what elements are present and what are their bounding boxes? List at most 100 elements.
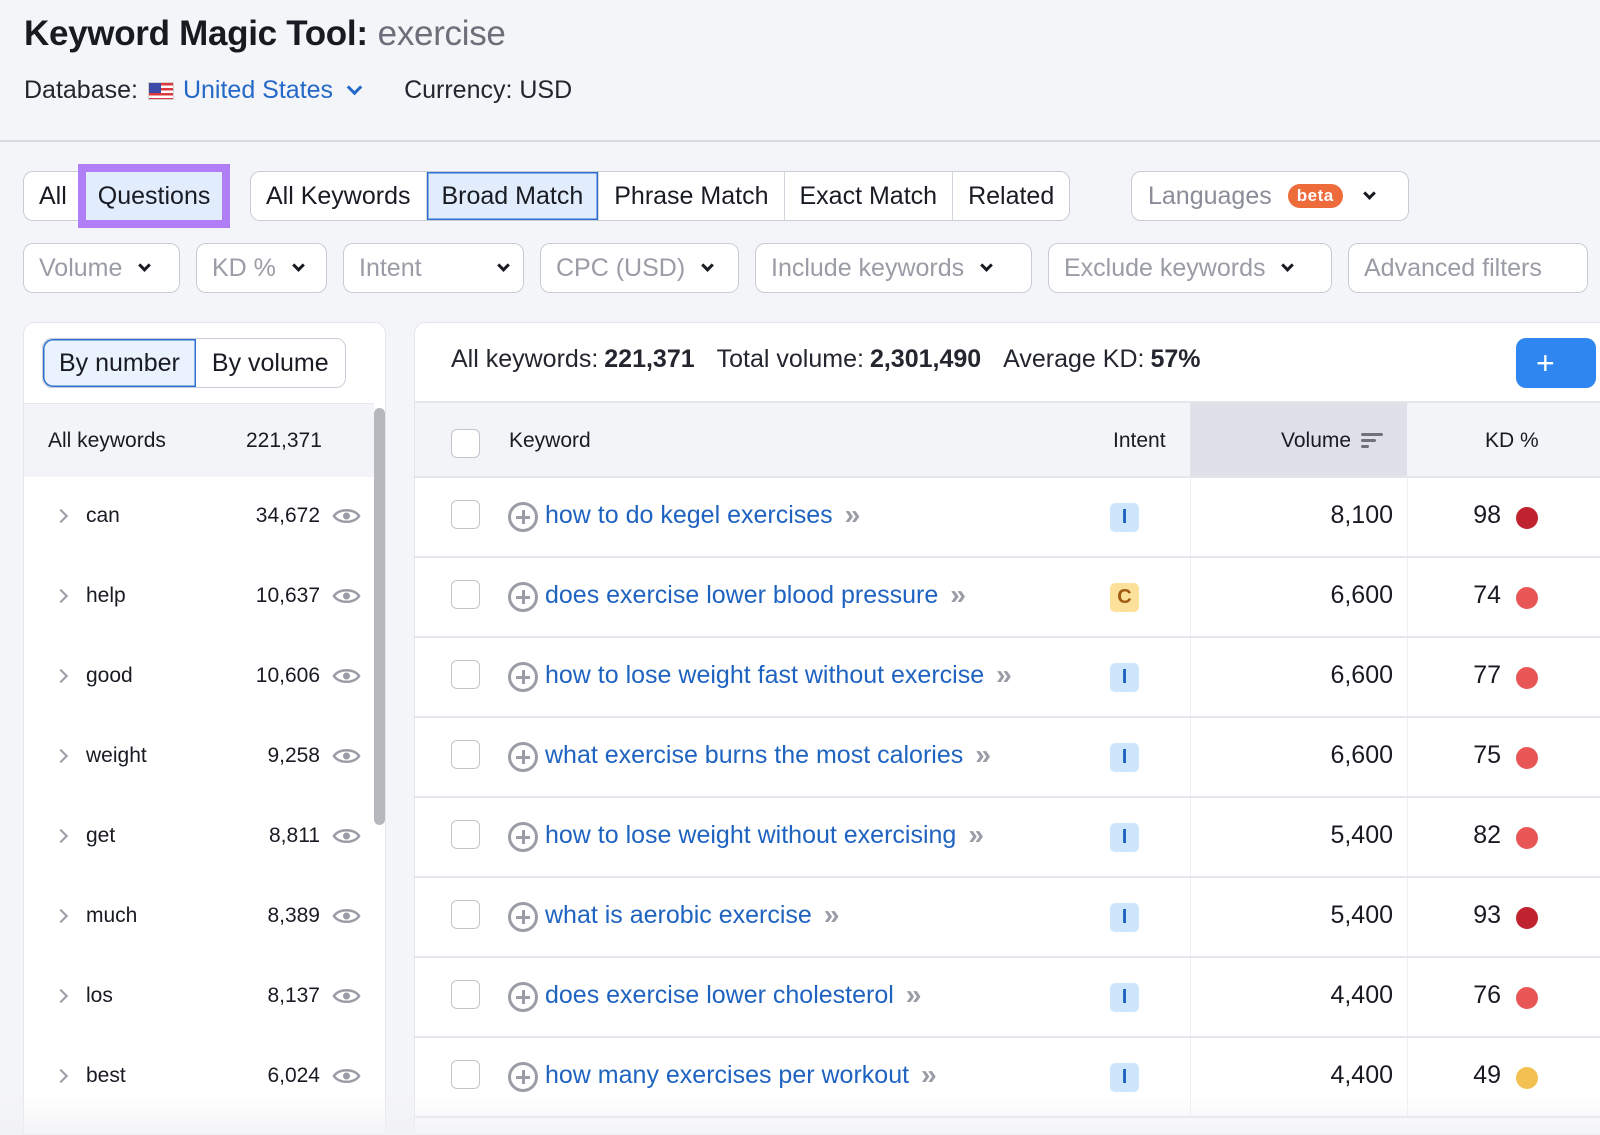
- double-chevron-icon[interactable]: ››: [968, 819, 984, 851]
- column-kd[interactable]: KD %: [1485, 429, 1539, 453]
- double-chevron-icon[interactable]: ››: [906, 979, 922, 1011]
- kd-filter[interactable]: KD %: [196, 243, 327, 293]
- keyword-link[interactable]: what exercise burns the most calories ››: [545, 739, 991, 771]
- eye-icon[interactable]: [332, 906, 361, 926]
- tab-questions[interactable]: Questions: [77, 164, 231, 228]
- groups-scrollbar[interactable]: [374, 408, 385, 825]
- group-item[interactable]: los 8,137: [24, 956, 374, 1036]
- tab-phrase-match[interactable]: Phrase Match: [599, 172, 785, 220]
- plus-icon: +: [1536, 344, 1555, 381]
- tab-all-keywords[interactable]: All Keywords: [251, 172, 427, 220]
- eye-icon[interactable]: [332, 586, 361, 606]
- keyword-text[interactable]: what is aerobic exercise: [545, 901, 812, 930]
- keyword-link[interactable]: what is aerobic exercise ››: [545, 899, 840, 931]
- volume-filter[interactable]: Volume: [23, 243, 180, 293]
- group-item[interactable]: help 10,637: [24, 556, 374, 636]
- double-chevron-icon[interactable]: ››: [996, 659, 1012, 691]
- chevron-right-icon[interactable]: [53, 588, 69, 604]
- advanced-filters-button[interactable]: Advanced filters: [1348, 243, 1588, 293]
- group-item[interactable]: weight 9,258: [24, 716, 374, 796]
- keyword-text[interactable]: how to lose weight fast without exercise: [545, 661, 984, 690]
- chevron-right-icon[interactable]: [53, 1068, 69, 1084]
- group-item[interactable]: best 6,024: [24, 1036, 374, 1116]
- group-item[interactable]: much 8,389: [24, 876, 374, 956]
- column-keyword[interactable]: Keyword: [509, 429, 591, 453]
- add-keyword-icon[interactable]: [508, 742, 538, 772]
- column-separator: [1190, 878, 1191, 956]
- tab-related[interactable]: Related: [953, 172, 1070, 220]
- eye-icon[interactable]: [332, 1066, 361, 1086]
- row-checkbox[interactable]: [451, 980, 480, 1009]
- keyword-link[interactable]: how to do kegel exercises ››: [545, 499, 861, 531]
- kd-difficulty-dot-icon: [1516, 747, 1538, 769]
- keyword-link[interactable]: does exercise lower cholesterol ››: [545, 979, 922, 1011]
- keyword-text[interactable]: what exercise burns the most calories: [545, 741, 963, 770]
- row-checkbox[interactable]: [451, 1060, 480, 1089]
- sort-descending-icon[interactable]: [1361, 433, 1384, 449]
- keyword-text[interactable]: how to lose weight without exercising: [545, 821, 956, 850]
- cpc-filter[interactable]: CPC (USD): [540, 243, 739, 293]
- eye-icon[interactable]: [332, 986, 361, 1006]
- add-keyword-icon[interactable]: [508, 582, 538, 612]
- eye-icon[interactable]: [332, 506, 361, 526]
- eye-icon[interactable]: [332, 666, 361, 686]
- exclude-keywords-filter[interactable]: Exclude keywords: [1048, 243, 1332, 293]
- column-volume[interactable]: Volume: [1281, 429, 1384, 453]
- include-keywords-filter[interactable]: Include keywords: [755, 243, 1032, 293]
- group-item[interactable]: get 8,811: [24, 796, 374, 876]
- eye-icon[interactable]: [332, 746, 361, 766]
- keyword-text[interactable]: how to do kegel exercises: [545, 501, 833, 530]
- database-value[interactable]: United States: [183, 76, 333, 105]
- tab-broad-match[interactable]: Broad Match: [426, 172, 600, 220]
- keyword-text[interactable]: how many exercises per workout: [545, 1061, 909, 1090]
- eye-icon[interactable]: [332, 826, 361, 846]
- double-chevron-icon[interactable]: ››: [975, 739, 991, 771]
- row-checkbox[interactable]: [451, 580, 480, 609]
- row-checkbox[interactable]: [451, 660, 480, 689]
- select-all-checkbox[interactable]: [451, 429, 480, 458]
- keyword-link[interactable]: does exercise lower blood pressure ››: [545, 579, 966, 611]
- double-chevron-icon[interactable]: ››: [824, 899, 840, 931]
- chevron-right-icon[interactable]: [53, 828, 69, 844]
- add-to-list-button[interactable]: +: [1516, 338, 1596, 388]
- chevron-down-icon[interactable]: [346, 79, 363, 96]
- add-keyword-icon[interactable]: [508, 902, 538, 932]
- chevron-right-icon[interactable]: [53, 508, 69, 524]
- group-item[interactable]: good 10,606: [24, 636, 374, 716]
- column-intent[interactable]: Intent: [1113, 429, 1166, 453]
- group-item[interactable]: can 34,672: [24, 476, 374, 556]
- double-chevron-icon[interactable]: ››: [845, 499, 861, 531]
- by-volume-option[interactable]: By volume: [195, 339, 345, 387]
- keyword-link[interactable]: how to lose weight fast without exercise…: [545, 659, 1012, 691]
- by-number-option[interactable]: By number: [43, 339, 196, 387]
- add-keyword-icon[interactable]: [508, 982, 538, 1012]
- double-chevron-icon[interactable]: ››: [921, 1059, 937, 1091]
- chevron-right-icon[interactable]: [53, 908, 69, 924]
- us-flag-icon: [147, 81, 174, 100]
- keyword-text[interactable]: does exercise lower blood pressure: [545, 581, 938, 610]
- add-keyword-icon[interactable]: [508, 822, 538, 852]
- add-keyword-icon[interactable]: [508, 502, 538, 532]
- column-separator: [1190, 958, 1191, 1036]
- database-selector[interactable]: United States: [183, 76, 363, 105]
- keyword-text[interactable]: does exercise lower cholesterol: [545, 981, 894, 1010]
- chevron-right-icon[interactable]: [53, 988, 69, 1004]
- row-checkbox[interactable]: [451, 500, 480, 529]
- double-chevron-icon[interactable]: ››: [950, 579, 966, 611]
- keyword-link[interactable]: how many exercises per workout ››: [545, 1059, 937, 1091]
- intent-filter[interactable]: Intent: [343, 243, 524, 293]
- row-checkbox[interactable]: [451, 900, 480, 929]
- tab-exact-match[interactable]: Exact Match: [784, 172, 954, 220]
- languages-dropdown[interactable]: Languages beta: [1131, 171, 1409, 221]
- group-word: get: [86, 824, 116, 847]
- add-keyword-icon[interactable]: [508, 1062, 538, 1092]
- tab-all[interactable]: All: [24, 172, 82, 220]
- kd-value: 75: [1473, 741, 1501, 769]
- keyword-link[interactable]: how to lose weight without exercising ››: [545, 819, 984, 851]
- chevron-right-icon[interactable]: [53, 748, 69, 764]
- row-checkbox[interactable]: [451, 820, 480, 849]
- add-keyword-icon[interactable]: [508, 662, 538, 692]
- all-keywords-group[interactable]: All keywords 221,371: [24, 403, 374, 477]
- chevron-right-icon[interactable]: [53, 668, 69, 684]
- row-checkbox[interactable]: [451, 740, 480, 769]
